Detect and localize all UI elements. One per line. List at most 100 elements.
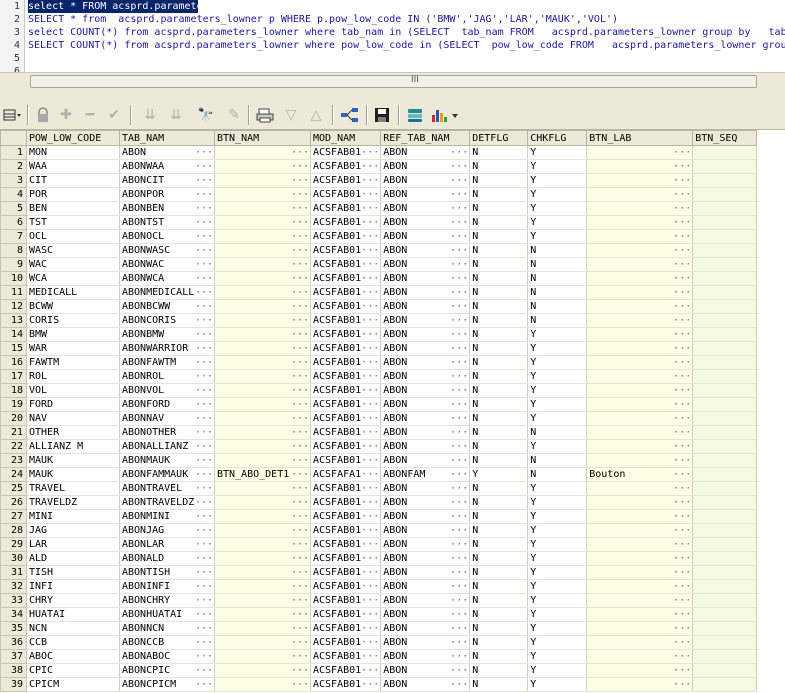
detflg-cell[interactable]: N (469, 355, 529, 370)
cell-editor-button[interactable]: ··· (291, 175, 310, 186)
cell-editor-button[interactable]: ··· (361, 161, 380, 172)
ref-tab-nam-cell[interactable]: ABON ··· (380, 201, 471, 216)
cell-editor-button[interactable]: ··· (195, 175, 214, 186)
mod-nam-cell[interactable]: ACSFAB01 ··· (310, 159, 382, 174)
mod-nam-cell[interactable]: ACSFAB01 ··· (310, 635, 382, 650)
pow-low-code-cell[interactable]: CPICM (26, 677, 120, 692)
btn-nam-cell[interactable]: ··· (214, 285, 311, 300)
pow-low-code-cell[interactable]: WAR (26, 341, 120, 356)
cell-editor-button[interactable]: ··· (291, 511, 310, 522)
chkflg-cell[interactable]: Y (527, 173, 588, 188)
tab-nam-cell[interactable]: ABONCIT ··· (119, 173, 215, 188)
pow-low-code-cell[interactable]: MEDICALL (26, 285, 120, 300)
query-button[interactable] (405, 105, 425, 125)
ref-tab-nam-cell[interactable]: ABON ··· (380, 397, 471, 412)
btn-seq-cell[interactable] (692, 481, 758, 496)
clear-button[interactable]: ✎ (224, 105, 244, 125)
insert-record-button[interactable]: ✚ (56, 105, 76, 125)
btn-nam-cell[interactable]: ··· (214, 215, 311, 230)
ref-tab-nam-cell[interactable]: ABON ··· (380, 439, 471, 454)
tab-nam-cell[interactable]: ABONWCA ··· (119, 271, 215, 286)
cell-editor-button[interactable]: ··· (673, 469, 692, 480)
btn-nam-cell[interactable]: ··· (214, 593, 311, 608)
table-row[interactable]: 12 BCWW ABONBCWW ··· ··· ACSFAB01 ··· ABON ··· N N… (0, 299, 758, 314)
chkflg-cell[interactable]: N (527, 285, 588, 300)
cell-editor-button[interactable]: ··· (361, 567, 380, 578)
horizontal-scrollbar[interactable]: III (0, 72, 785, 90)
pow-low-code-cell[interactable]: NCN (26, 621, 120, 636)
mod-nam-cell[interactable]: ACSFAB01 ··· (310, 593, 382, 608)
cell-editor-button[interactable]: ··· (291, 301, 310, 312)
mod-nam-cell[interactable]: ACSFAB01 ··· (310, 313, 382, 328)
ref-tab-nam-cell[interactable]: ABON ··· (380, 677, 471, 692)
mod-nam-cell[interactable]: ACSFAB01 ··· (310, 187, 382, 202)
cell-editor-button[interactable]: ··· (291, 287, 310, 298)
ref-tab-nam-cell[interactable]: ABONFAM ··· (380, 467, 471, 482)
chkflg-cell[interactable]: Y (527, 201, 588, 216)
ref-tab-nam-cell[interactable]: ABON ··· (380, 383, 471, 398)
ref-tab-nam-cell[interactable]: ABON ··· (380, 257, 471, 272)
cell-editor-button[interactable]: ··· (195, 511, 214, 522)
table-row[interactable]: 26 TRAVELDZ ABONTRAVELDZ ··· ··· ACSFAB01 ··· A… (0, 495, 758, 510)
btn-lab-cell[interactable]: Bouton ··· (586, 467, 694, 482)
table-row[interactable]: 18 VOL ABONVOL ··· ··· ACSFAB01 ··· ABON ··· N Y ··… (0, 383, 758, 398)
cell-editor-button[interactable]: ··· (673, 525, 692, 536)
code-line[interactable]: SELECT * from acsprd.parameters_lowner p… (28, 13, 785, 26)
sort-ascending-button[interactable]: △ (306, 105, 326, 125)
cell-editor-button[interactable]: ··· (361, 539, 380, 550)
btn-seq-cell[interactable] (692, 187, 758, 202)
cell-editor-button[interactable]: ··· (195, 259, 214, 270)
mod-nam-cell[interactable]: ACSFAB01 ··· (310, 649, 382, 664)
query-graph-button[interactable] (340, 105, 360, 125)
pow-low-code-cell[interactable]: TST (26, 215, 120, 230)
cell-editor-button[interactable]: ··· (450, 175, 469, 186)
cell-editor-button[interactable]: ··· (361, 651, 380, 662)
cell-editor-button[interactable]: ··· (361, 175, 380, 186)
cell-editor-button[interactable]: ··· (450, 427, 469, 438)
tab-nam-cell[interactable]: ABONLAR ··· (119, 537, 215, 552)
btn-lab-cell[interactable]: ··· (586, 145, 694, 160)
cell-editor-button[interactable]: ··· (291, 665, 310, 676)
mod-nam-cell[interactable]: ACSFAB01 ··· (310, 677, 382, 692)
detflg-cell[interactable]: N (469, 537, 529, 552)
table-row[interactable]: 21 OTHER ABONOTHER ··· ··· ACSFAB01 ··· ABON ···… (0, 425, 758, 440)
detflg-cell[interactable]: N (469, 523, 529, 538)
cell-editor-button[interactable]: ··· (361, 623, 380, 634)
table-row[interactable]: 2 WAA ABONWAA ··· ··· ACSFAB01 ··· ABON ··· N Y ··· (0, 159, 758, 174)
code-line[interactable]: SELECT COUNT(*) from acsprd.parameters_l… (28, 39, 785, 52)
btn-seq-cell[interactable] (692, 621, 758, 636)
table-row[interactable]: 24 MAUK ABONFAMMAUK ··· BTN_ABO_DET1 ··· ACSFA… (0, 467, 758, 482)
cell-editor-button[interactable]: ··· (450, 413, 469, 424)
cell-editor-button[interactable]: ··· (450, 441, 469, 452)
cell-editor-button[interactable]: ··· (361, 637, 380, 648)
cell-editor-button[interactable]: ··· (673, 357, 692, 368)
cell-editor-button[interactable]: ··· (361, 469, 380, 480)
detflg-cell[interactable]: N (469, 677, 529, 692)
detflg-cell[interactable]: N (469, 299, 529, 314)
cell-editor-button[interactable]: ··· (195, 595, 214, 606)
chkflg-cell[interactable]: N (527, 425, 588, 440)
chkflg-cell[interactable]: Y (527, 355, 588, 370)
cell-editor-button[interactable]: ··· (450, 581, 469, 592)
chkflg-cell[interactable]: Y (527, 145, 588, 160)
btn-nam-cell[interactable]: ··· (214, 481, 311, 496)
table-row[interactable]: 34 HUATAI ABONHUATAI ··· ··· ACSFAB01 ··· ABON ·… (0, 607, 758, 622)
mod-nam-cell[interactable]: ACSFAB01 ··· (310, 607, 382, 622)
cell-editor-button[interactable]: ··· (361, 413, 380, 424)
cell-editor-button[interactable]: ··· (361, 329, 380, 340)
table-row[interactable]: 11 MEDICALL ABONMEDICALL ··· ··· ACSFAB01 ··· A… (0, 285, 758, 300)
tab-nam-cell[interactable]: ABONFAWTM ··· (119, 355, 215, 370)
ref-tab-nam-cell[interactable]: ABON ··· (380, 649, 471, 664)
grid-menu-button[interactable] (2, 105, 24, 125)
cell-editor-button[interactable]: ··· (195, 217, 214, 228)
cell-editor-button[interactable]: ··· (291, 567, 310, 578)
detflg-cell[interactable]: N (469, 453, 529, 468)
chkflg-cell[interactable]: Y (527, 621, 588, 636)
tab-nam-cell[interactable]: ABONINFI ··· (119, 579, 215, 594)
mod-nam-cell[interactable]: ACSFAB01 ··· (310, 341, 382, 356)
pow-low-code-cell[interactable]: MAUK (26, 467, 120, 482)
mod-nam-cell[interactable]: ACSFAB01 ··· (310, 425, 382, 440)
cell-editor-button[interactable]: ··· (195, 301, 214, 312)
chkflg-cell[interactable]: N (527, 271, 588, 286)
table-row[interactable]: 13 CORIS ABONCORIS ··· ··· ACSFAB01 ··· ABON ···… (0, 313, 758, 328)
